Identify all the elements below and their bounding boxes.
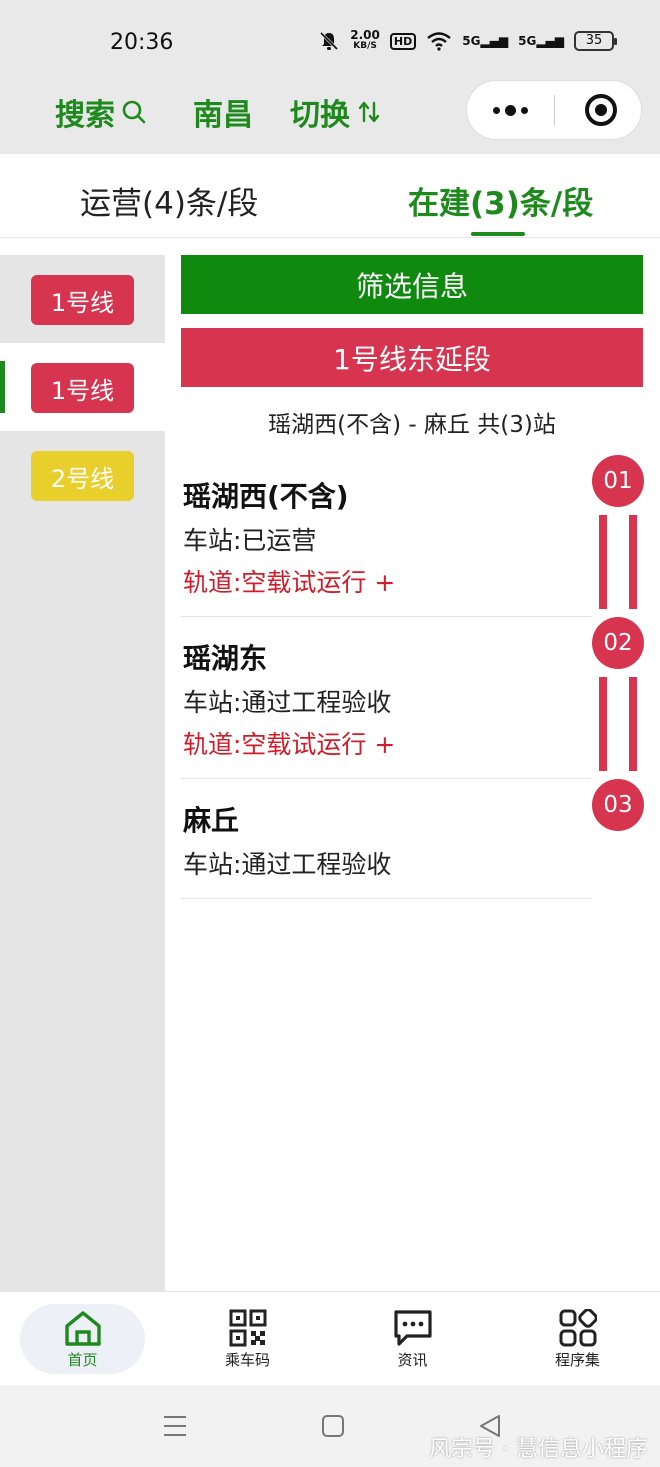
station-item[interactable]: 瑶湖东 车站:通过工程验收 轨道:空载试运行 + — [181, 617, 591, 779]
active-tab-indicator — [471, 232, 525, 236]
station-index-badge: 01 — [592, 455, 644, 507]
search-button[interactable]: 搜索 — [55, 90, 147, 134]
more-options-button[interactable] — [467, 81, 553, 139]
status-bar: 20:36 2.00 KB/S HD 5G▂▄▆ 5G▂▄▆ 35 — [0, 0, 660, 80]
tabbar-label: 程序集 — [554, 1350, 600, 1369]
station-name: 瑶湖东 — [183, 642, 268, 675]
tabbar-ride-code[interactable]: 乘车码 — [165, 1292, 330, 1386]
network-speed-value: 2.00 — [350, 28, 380, 42]
city-label: 南昌 — [193, 98, 253, 133]
tabbar-home[interactable]: 首页 — [0, 1292, 165, 1386]
battery-icon: 35 — [574, 31, 617, 51]
station-status: 车站:已运营 — [183, 526, 317, 555]
network-speed: 2.00 KB/S — [350, 28, 380, 52]
station-index-badge: 02 — [592, 617, 644, 669]
track-line — [599, 677, 607, 771]
close-miniprogram-button[interactable] — [585, 94, 617, 126]
qr-code-icon — [229, 1309, 266, 1346]
dot-icon — [520, 106, 528, 114]
station-status: 车站:通过工程验收 — [183, 688, 392, 717]
line-sidebar: 1号线 1号线 2号线 — [0, 255, 165, 1291]
network-speed-unit: KB/S — [353, 41, 377, 51]
status-icons: 2.00 KB/S HD 5G▂▄▆ 5G▂▄▆ 35 — [318, 28, 617, 52]
station-index-badge: 03 — [592, 779, 644, 831]
sidebar-item-line1-extension[interactable]: 1号线 — [0, 343, 165, 431]
capsule-divider — [554, 95, 555, 125]
menu-icon[interactable] — [162, 1413, 188, 1439]
station-status: 车站:通过工程验收 — [183, 850, 392, 879]
search-label: 搜索 — [55, 98, 115, 133]
message-icon — [393, 1309, 432, 1346]
apps-grid-icon — [559, 1308, 597, 1346]
segment-title: 1号线东延段 — [181, 328, 643, 387]
tabbar-label: 首页 — [67, 1350, 98, 1369]
tab-under-construction[interactable]: 在建(3)条/段 — [408, 178, 593, 223]
tabbar-label: 资讯 — [397, 1350, 428, 1369]
swap-arrows-icon — [358, 101, 380, 123]
search-icon — [122, 100, 146, 124]
home-square-icon[interactable] — [320, 1413, 346, 1439]
dot-icon — [504, 104, 516, 116]
station-item[interactable]: 麻丘 车站:通过工程验收 — [181, 779, 591, 899]
station-name: 麻丘 — [183, 804, 240, 837]
wifi-icon — [427, 32, 451, 51]
bottom-tabbar: 首页 乘车码 资讯 程序集 — [0, 1291, 660, 1385]
track-status[interactable]: 轨道:空载试运行 + — [183, 563, 395, 599]
watermark: 风宗号 · 慧信息小程序 — [429, 1437, 648, 1462]
tabbar-news[interactable]: 资讯 — [330, 1292, 495, 1386]
mute-bell-icon — [320, 31, 339, 51]
navbar: 搜索 南昌 切换 — [0, 80, 660, 154]
miniprogram-capsule — [466, 80, 642, 140]
home-icon — [64, 1310, 101, 1346]
signal-icon: 5G▂▄▆ — [462, 34, 509, 48]
track-status[interactable]: 轨道:空载试运行 + — [183, 725, 395, 761]
signal2-label: 5G — [518, 34, 537, 48]
route-rail: 01 02 03 — [592, 455, 644, 855]
track-line — [629, 677, 637, 771]
signal1-label: 5G — [462, 34, 481, 48]
line-pill: 2号线 — [31, 451, 134, 501]
hd-badge: HD — [389, 32, 417, 50]
signal-icon: 5G▂▄▆ — [518, 34, 564, 48]
sidebar-item-line1[interactable]: 1号线 — [0, 255, 165, 343]
tabbar-programs[interactable]: 程序集 — [495, 1292, 660, 1386]
filter-info-button[interactable]: 筛选信息 — [181, 255, 643, 314]
switch-label: 切换 — [290, 98, 350, 133]
line-pill: 1号线 — [31, 275, 134, 325]
station-name: 瑶湖西(不含) — [183, 480, 349, 513]
track-line — [599, 515, 607, 609]
system-navigation: 风宗号 · 慧信息小程序 — [0, 1385, 660, 1467]
dot-icon — [492, 106, 500, 114]
status-time: 20:36 — [110, 30, 174, 55]
switch-city-button[interactable]: 切换 — [290, 90, 382, 134]
tabbar-label: 乘车码 — [224, 1350, 270, 1369]
line-status-tabs: 运营(4)条/段 在建(3)条/段 — [0, 154, 660, 238]
segment-range: 瑶湖西(不含) - 麻丘 共(3)站 — [268, 412, 556, 438]
sidebar-item-line2[interactable]: 2号线 — [0, 431, 165, 519]
track-line — [629, 515, 637, 609]
line-pill: 1号线 — [31, 363, 134, 413]
city-selector[interactable]: 南昌 — [193, 90, 253, 134]
tab-operating[interactable]: 运营(4)条/段 — [80, 178, 258, 223]
station-item[interactable]: 瑶湖西(不含) 车站:已运营 轨道:空载试运行 + — [181, 455, 591, 617]
